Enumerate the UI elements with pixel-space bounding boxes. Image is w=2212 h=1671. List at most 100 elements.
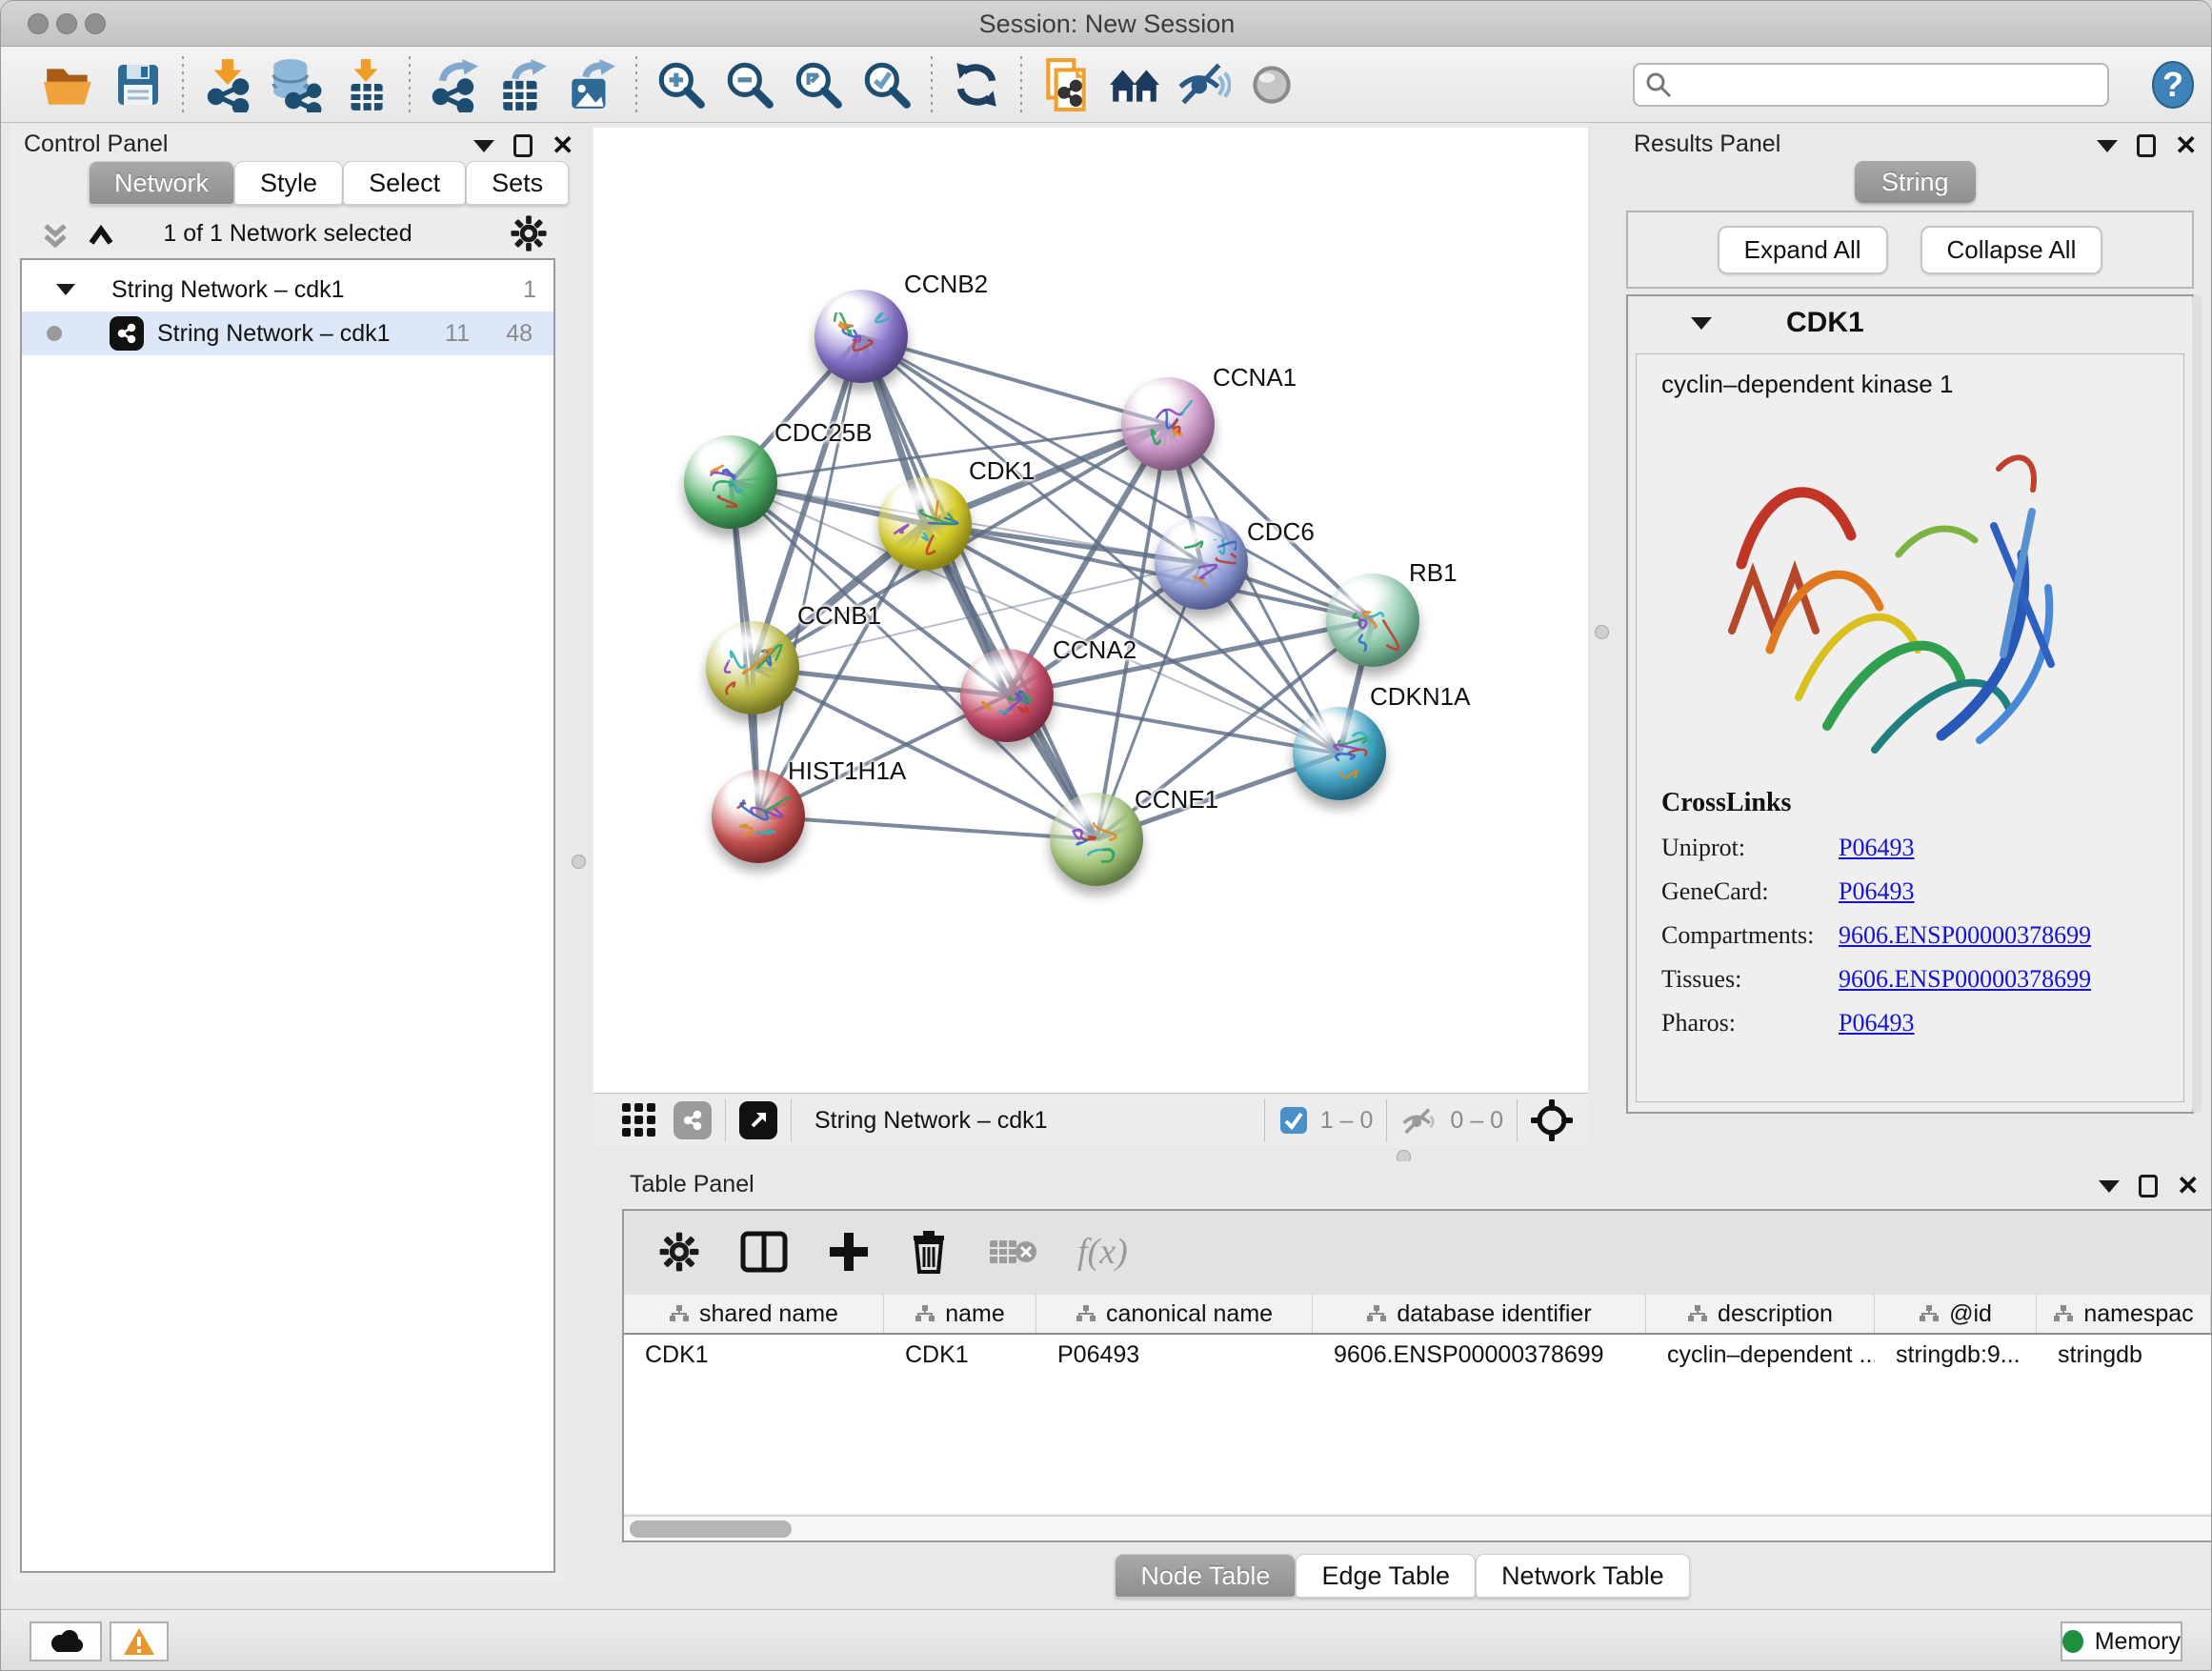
help-button[interactable]: ? [2146, 58, 2200, 116]
column-header-1[interactable]: name [884, 1295, 1036, 1333]
cloud-status-button[interactable] [30, 1621, 102, 1661]
memory-button[interactable]: Memory [2061, 1621, 2182, 1661]
open-in-window-icon[interactable] [739, 1101, 777, 1139]
panel-menu-icon[interactable] [2097, 140, 2118, 152]
network-options-gear-icon[interactable] [510, 214, 548, 252]
table-settings-gear-icon[interactable] [658, 1231, 700, 1273]
close-panel-icon[interactable]: ✕ [552, 134, 573, 157]
network-collection-row[interactable]: String Network – cdk1 1 [22, 268, 553, 312]
grid-view-icon[interactable] [620, 1101, 658, 1139]
crosslink-link[interactable]: P06493 [1839, 834, 1914, 862]
float-panel-icon[interactable] [2137, 134, 2156, 157]
node-CCNB1[interactable] [706, 621, 799, 715]
panel-menu-icon[interactable] [473, 140, 494, 152]
export-network-button[interactable] [420, 54, 489, 115]
edge-CCNB2-HIST1H1A[interactable] [758, 336, 861, 816]
crosslink-link[interactable]: P06493 [1839, 877, 1914, 906]
column-header-5[interactable]: @id [1875, 1295, 2037, 1333]
column-header-4[interactable]: description [1646, 1295, 1875, 1333]
table-cell[interactable]: CDK1 [624, 1335, 884, 1375]
hide-selected-button[interactable] [1169, 54, 1237, 115]
tab-style[interactable]: Style [234, 161, 343, 205]
tab-network-table[interactable]: Network Table [1476, 1554, 1690, 1598]
export-image-button[interactable] [557, 54, 626, 115]
zoom-fit-button[interactable] [784, 54, 853, 115]
node-CCNB2[interactable] [814, 290, 908, 383]
table-cell[interactable]: cyclin–dependent ... [1646, 1335, 1875, 1375]
network-canvas[interactable]: CCNB2CCNA1CDC25BCDK1CDC6RB1CCNB1CCNA2CDK… [593, 128, 1588, 1093]
titlebar: Session: New Session [1, 1, 2212, 47]
crosslink-link[interactable]: 9606.ENSP00000378699 [1839, 921, 2091, 950]
node-RB1[interactable] [1326, 574, 1419, 667]
collapse-all-button[interactable]: Collapse All [1920, 226, 2103, 274]
tab-edge-table[interactable]: Edge Table [1296, 1554, 1476, 1598]
edge-CCNB2-CCNA1[interactable] [861, 336, 1168, 424]
table-cell[interactable]: stringdb:9... [1875, 1335, 2037, 1375]
right-splitter-handle[interactable] [1595, 625, 1609, 639]
zoom-in-button[interactable] [647, 54, 715, 115]
node-CDK1[interactable] [878, 477, 972, 571]
save-session-button[interactable] [104, 54, 172, 115]
home-button[interactable] [1100, 54, 1169, 115]
open-file-button[interactable] [35, 54, 104, 115]
table-row[interactable]: CDK1CDK1P064939606.ENSP00000378699cyclin… [624, 1335, 2211, 1375]
table-cell[interactable]: CDK1 [884, 1335, 1036, 1375]
tab-string[interactable]: String [1855, 161, 1976, 203]
close-panel-icon[interactable]: ✕ [2177, 1175, 2199, 1198]
table-cell[interactable]: 9606.ENSP00000378699 [1313, 1335, 1646, 1375]
hidden-eye-icon[interactable] [1400, 1105, 1438, 1136]
function-builder-icon[interactable]: f(x) [1077, 1231, 1128, 1273]
refresh-button[interactable] [942, 54, 1011, 115]
expand-all-button[interactable]: Expand All [1718, 226, 1888, 274]
column-header-0[interactable]: shared name [624, 1295, 884, 1333]
node-CCNE1[interactable] [1050, 793, 1143, 886]
column-header-2[interactable]: canonical name [1036, 1295, 1313, 1333]
table-cell[interactable]: stringdb [2037, 1335, 2211, 1375]
node-CDC25B[interactable] [684, 435, 777, 529]
node-CDKN1A[interactable] [1293, 707, 1386, 800]
zoom-out-button[interactable] [715, 54, 784, 115]
float-panel-icon[interactable] [2139, 1175, 2158, 1198]
network-list-toolbar: 1 of 1 Network selected [10, 211, 565, 256]
node-CDC6[interactable] [1155, 516, 1248, 610]
export-table-button[interactable] [489, 54, 557, 115]
delete-column-trash-icon[interactable] [910, 1230, 948, 1274]
delete-table-icon[interactable] [988, 1233, 1037, 1271]
table-cell[interactable]: P06493 [1036, 1335, 1313, 1375]
gene-section-header[interactable]: CDK1 [1628, 296, 2192, 350]
tab-select[interactable]: Select [343, 161, 466, 205]
import-database-button[interactable] [262, 54, 331, 115]
collection-expander-icon[interactable] [56, 284, 75, 295]
float-panel-icon[interactable] [513, 134, 533, 157]
gene-expander-icon[interactable] [1691, 317, 1712, 330]
warning-status-button[interactable] [110, 1621, 169, 1661]
import-table-button[interactable] [331, 54, 399, 115]
tab-sets[interactable]: Sets [466, 161, 569, 205]
import-network-button[interactable] [193, 54, 262, 115]
close-panel-icon[interactable]: ✕ [2175, 134, 2197, 157]
search-input[interactable] [1673, 71, 2082, 98]
panel-menu-icon[interactable] [2099, 1180, 2120, 1193]
column-header-3[interactable]: database identifier [1313, 1295, 1646, 1333]
network-badge-icon[interactable] [674, 1101, 712, 1139]
column-header-6[interactable]: namespac [2037, 1295, 2211, 1333]
add-column-icon[interactable] [828, 1231, 870, 1273]
results-scrollbar[interactable] [2192, 294, 2202, 1114]
share-document-button[interactable] [1032, 54, 1100, 115]
zoom-selected-button[interactable] [853, 54, 921, 115]
tab-network[interactable]: Network [89, 161, 234, 205]
node-CCNA2[interactable] [960, 649, 1054, 742]
crosslink-link[interactable]: 9606.ENSP00000378699 [1839, 965, 2091, 994]
show-all-button[interactable] [1237, 54, 1306, 115]
table-horizontal-scrollbar[interactable] [624, 1516, 2211, 1540]
tab-node-table[interactable]: Node Table [1115, 1554, 1296, 1598]
network-row-selected[interactable]: String Network – cdk1 11 48 [22, 312, 553, 355]
scrollbar-thumb[interactable] [630, 1520, 792, 1538]
birds-eye-view-icon[interactable] [1531, 1099, 1573, 1141]
node-CCNA1[interactable] [1121, 377, 1215, 471]
selected-checkbox-icon[interactable] [1278, 1105, 1309, 1136]
edge-HIST1H1A-CCNE1[interactable] [758, 816, 1096, 839]
split-columns-icon[interactable] [740, 1231, 788, 1273]
crosslink-link[interactable]: P06493 [1839, 1009, 1914, 1037]
left-splitter-handle[interactable] [572, 855, 586, 869]
